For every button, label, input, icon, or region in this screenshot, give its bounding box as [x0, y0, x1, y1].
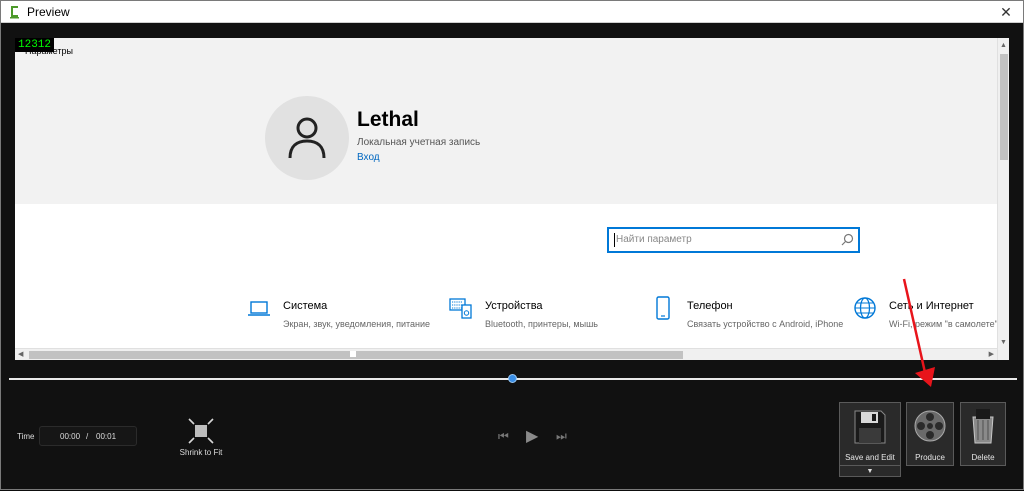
preview-window: Preview ✕ Параметры Lethal Локальная уче…	[0, 0, 1024, 490]
annotation-arrow	[902, 278, 935, 387]
